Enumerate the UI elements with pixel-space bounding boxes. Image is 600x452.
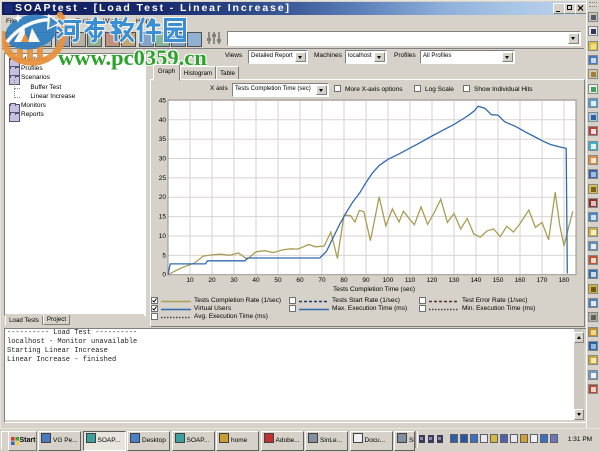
svg-text:40: 40 [159, 117, 167, 124]
svg-text:150: 150 [493, 277, 504, 284]
svg-text:110: 110 [405, 277, 416, 284]
svg-text:50: 50 [274, 277, 282, 284]
svg-text:45: 45 [159, 97, 167, 104]
svg-text:130: 130 [449, 277, 460, 284]
svg-text:5: 5 [162, 252, 166, 259]
svg-text:30: 30 [230, 277, 238, 284]
svg-text:60: 60 [296, 277, 304, 284]
svg-text:35: 35 [159, 136, 167, 143]
svg-text:100: 100 [383, 277, 394, 284]
svg-text:70: 70 [318, 277, 326, 284]
svg-text:10: 10 [186, 277, 194, 284]
svg-text:170: 170 [537, 277, 548, 284]
svg-text:15: 15 [159, 214, 167, 221]
svg-text:40: 40 [252, 277, 260, 284]
svg-text:80: 80 [340, 277, 348, 284]
svg-text:180: 180 [559, 277, 570, 284]
svg-text:20: 20 [159, 194, 167, 201]
svg-text:20: 20 [208, 277, 216, 284]
svg-text:0: 0 [162, 272, 166, 279]
svg-text:140: 140 [471, 277, 482, 284]
svg-text:25: 25 [159, 175, 167, 182]
svg-text:90: 90 [362, 277, 370, 284]
svg-text:10: 10 [159, 233, 167, 240]
svg-text:120: 120 [427, 277, 438, 284]
svg-text:30: 30 [159, 156, 167, 163]
svg-text:160: 160 [515, 277, 526, 284]
svg-text:Tests Completion Time (sec): Tests Completion Time (sec) [333, 286, 415, 293]
